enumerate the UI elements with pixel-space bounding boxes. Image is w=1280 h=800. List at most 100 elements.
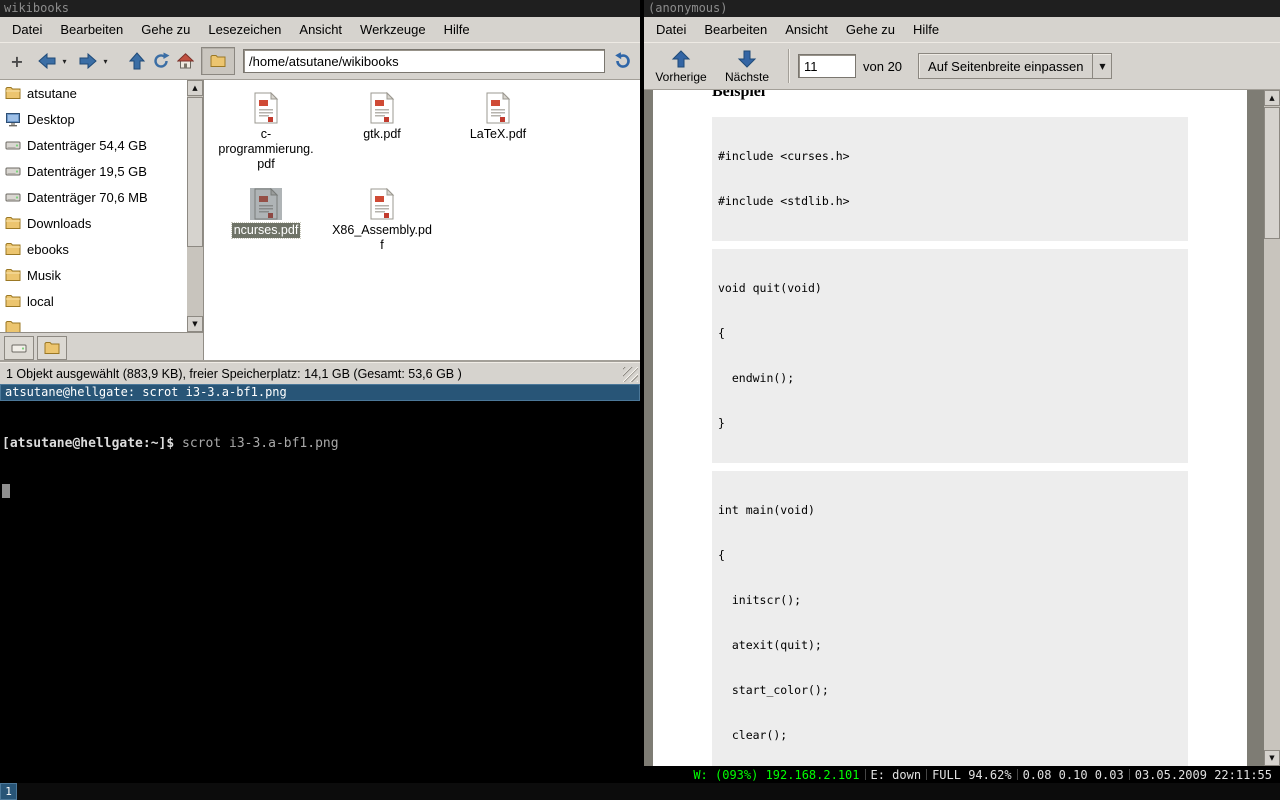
pdf-toolbar: Vorherige Nächste von 20 Auf Seitenbreit…: [644, 42, 1280, 90]
sidebar-item-local[interactable]: local: [0, 288, 187, 314]
forward-history-dropdown[interactable]: ▾: [100, 47, 111, 75]
pdf-menu-ansicht[interactable]: Ansicht: [776, 19, 837, 40]
go-button[interactable]: [611, 47, 635, 75]
code-block-quit: void quit(void) { endwin(); }: [712, 249, 1188, 463]
pdf-menu-datei[interactable]: Datei: [647, 19, 695, 40]
home-button[interactable]: [173, 47, 197, 75]
desktop-icon: [4, 112, 21, 127]
zoom-mode-combo[interactable]: Auf Seitenbreite einpassen ▼: [918, 53, 1112, 79]
folder-icon: [4, 268, 21, 282]
scroll-up-icon[interactable]: ▲: [187, 80, 203, 96]
code-line: #include <stdlib.h>: [718, 194, 1182, 209]
places-pane-button[interactable]: [4, 336, 34, 360]
home-folder-icon: [4, 86, 21, 100]
fm-statusbar: 1 Objekt ausgewählt (883,9 KB), freier S…: [0, 362, 640, 384]
chevron-down-icon[interactable]: ▼: [1092, 54, 1111, 78]
terminal-cursor: [2, 484, 10, 498]
pdf-file-icon: [250, 92, 282, 124]
code-line: #include <curses.h>: [718, 149, 1182, 164]
sidebar-item-label: atsutane: [27, 86, 77, 101]
prompt-open: [: [2, 436, 10, 451]
forward-button[interactable]: [76, 47, 100, 75]
sidebar-item-volume-3[interactable]: Datenträger 70,6 MB: [0, 184, 187, 210]
fm-menu-hilfe[interactable]: Hilfe: [435, 19, 479, 40]
code-line: {: [718, 548, 1182, 563]
terminal-titlebar[interactable]: atsutane@hellgate: scrot i3-3.a-bf1.png: [0, 384, 640, 401]
fm-toolbar: + ▾ ▾: [0, 42, 640, 80]
tree-pane-button[interactable]: [37, 336, 67, 360]
scroll-down-icon[interactable]: ▼: [1264, 750, 1280, 766]
file-label: gtk.pdf: [363, 127, 401, 142]
new-tab-button[interactable]: +: [5, 47, 29, 75]
file-label: X86_Assembly.pdf: [332, 223, 432, 253]
page-total-label: von 20: [863, 59, 902, 74]
pdf-menu-bearbeiten[interactable]: Bearbeiten: [695, 19, 776, 40]
file-item-c-programmierung[interactable]: c-programmierung.pdf: [208, 88, 324, 172]
sidebar-item-partial[interactable]: [0, 314, 187, 332]
up-button[interactable]: [125, 47, 149, 75]
back-button[interactable]: [35, 47, 59, 75]
pdf-scrollbar[interactable]: ▲ ▼: [1264, 90, 1280, 766]
forward-arrow-icon: [79, 53, 97, 69]
file-item-latex[interactable]: LaTeX.pdf: [440, 88, 556, 172]
fm-menu-datei[interactable]: Datei: [3, 19, 51, 40]
scroll-up-icon[interactable]: ▲: [1264, 90, 1280, 106]
drive-icon: [4, 164, 21, 178]
pdf-document-area: Beispiel #include <curses.h> #include <s…: [644, 90, 1280, 766]
status-wifi: W: (093%) 192.168.2.101: [688, 768, 864, 782]
code-line: int main(void): [718, 503, 1182, 518]
status-datetime: 03.05.2009 22:11:55: [1130, 768, 1277, 782]
scroll-down-icon[interactable]: ▼: [187, 316, 203, 332]
up-arrow-icon: [671, 49, 691, 69]
drive-icon: [4, 138, 21, 152]
previous-page-button[interactable]: Vorherige: [648, 44, 714, 88]
resize-grip[interactable]: [623, 367, 638, 382]
fm-menu-werkzeuge[interactable]: Werkzeuge: [351, 19, 435, 40]
page-heading: Beispiel: [712, 90, 1188, 101]
workspace-button-1[interactable]: 1: [0, 783, 17, 800]
side-pane-toggle-button[interactable]: [201, 47, 235, 75]
pdf-menu-hilfe[interactable]: Hilfe: [904, 19, 948, 40]
next-page-button[interactable]: Nächste: [714, 44, 780, 88]
fm-sidebar-list: atsutane Desktop Datenträger 54,4 GB Dat…: [0, 80, 187, 332]
sidebar-item-atsutane[interactable]: atsutane: [0, 80, 187, 106]
refresh-button[interactable]: [149, 47, 173, 75]
sidebar-item-downloads[interactable]: Downloads: [0, 210, 187, 236]
pdf-file-icon: [366, 188, 398, 220]
page-number-input[interactable]: [798, 54, 856, 78]
pdf-scrollbar-thumb[interactable]: [1264, 107, 1280, 239]
terminal-screen[interactable]: [atsutane@hellgate:~]$ scrot i3-3.a-bf1.…: [0, 401, 640, 766]
code-line: }: [718, 416, 1182, 431]
pdf-titlebar[interactable]: (anonymous): [644, 0, 1280, 17]
i3status-bar: W: (093%) 192.168.2.101 E: down FULL 94.…: [0, 766, 1280, 783]
sidebar-item-musik[interactable]: Musik: [0, 262, 187, 288]
fm-menu-gehe-zu[interactable]: Gehe zu: [132, 19, 199, 40]
sidebar-item-ebooks[interactable]: ebooks: [0, 236, 187, 262]
file-item-gtk[interactable]: gtk.pdf: [324, 88, 440, 172]
code-line: start_color();: [718, 683, 1182, 698]
fm-titlebar[interactable]: wikibooks: [0, 0, 640, 17]
path-input[interactable]: [243, 49, 605, 73]
code-line: endwin();: [718, 371, 1182, 386]
back-arrow-icon: [38, 53, 56, 69]
folder-icon: [4, 242, 21, 256]
sidebar-item-volume-1[interactable]: Datenträger 54,4 GB: [0, 132, 187, 158]
sidebar-scrollbar-thumb[interactable]: [187, 97, 203, 247]
fm-menu-ansicht[interactable]: Ansicht: [290, 19, 351, 40]
prompt-close: :~]$: [143, 436, 182, 451]
refresh-icon: [152, 52, 170, 70]
sidebar-item-volume-2[interactable]: Datenträger 19,5 GB: [0, 158, 187, 184]
fm-menu-bearbeiten[interactable]: Bearbeiten: [51, 19, 132, 40]
file-label: c-programmierung.pdf: [216, 127, 316, 172]
home-icon: [177, 53, 194, 69]
sidebar-scrollbar[interactable]: ▲ ▼: [187, 80, 203, 332]
pdf-menu-gehe-zu[interactable]: Gehe zu: [837, 19, 904, 40]
back-history-dropdown[interactable]: ▾: [59, 47, 70, 75]
file-item-ncurses-selected[interactable]: ncurses.pdf: [208, 184, 324, 253]
sidebar-item-desktop[interactable]: Desktop: [0, 106, 187, 132]
side-pane-switcher: [0, 332, 203, 362]
file-item-x86-assembly[interactable]: X86_Assembly.pdf: [324, 184, 440, 253]
down-arrow-icon: [737, 49, 757, 69]
drive-icon: [4, 190, 21, 204]
fm-menu-lesezeichen[interactable]: Lesezeichen: [199, 19, 290, 40]
